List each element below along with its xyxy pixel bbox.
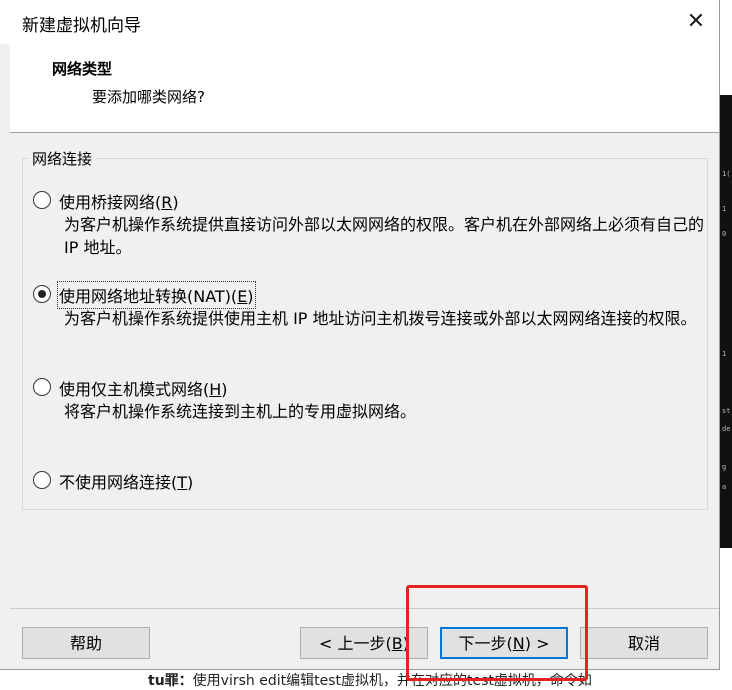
back-button[interactable]: < 上一步(B): [300, 627, 428, 659]
terminal-line: a: [722, 483, 727, 491]
terminal-line: st: [722, 407, 731, 415]
terminal-line: 0: [722, 230, 727, 238]
network-connection-group-label: 网络连接: [28, 148, 97, 169]
window-title: 新建虚拟机向导: [22, 16, 141, 36]
cancel-button[interactable]: 取消: [580, 627, 708, 659]
title-bar[interactable]: 新建虚拟机向导 ✕: [0, 0, 719, 44]
nat-description: 为客户机操作系统提供使用主机 IP 地址访问主机拨号连接或外部以太网网络连接的权…: [64, 309, 697, 328]
help-button[interactable]: 帮助: [22, 627, 150, 659]
next-button[interactable]: 下一步(N) >: [440, 627, 568, 659]
bridged-radio-label[interactable]: 使用桥接网络(R): [59, 189, 179, 213]
no-network-radio-label[interactable]: 不使用网络连接(T): [59, 469, 193, 493]
terminal-line: 1: [722, 350, 727, 358]
no-network-radio[interactable]: [33, 471, 51, 489]
terminal-line: 1: [722, 205, 727, 213]
terminal-line: g: [722, 463, 727, 471]
doc-text: 使用virsh edit编辑test虚拟机，并在对应的test虚拟机，命令如: [192, 673, 592, 689]
background-document-text: tu罪：使用virsh edit编辑test虚拟机，并在对应的test虚拟机，命…: [148, 670, 592, 690]
page-title: 网络类型: [52, 60, 113, 78]
host-only-radio-label[interactable]: 使用仅主机模式网络(H): [59, 376, 228, 400]
wizard-header: 网络类型 要添加哪类网络?: [10, 44, 719, 133]
page-subtitle: 要添加哪类网络?: [92, 88, 205, 106]
host-only-radio[interactable]: [33, 378, 51, 396]
footer-separator: [10, 608, 719, 609]
bridged-description: 为客户机操作系统提供直接访问外部以太网网络的权限。客户机在外部网络上必须有自己的…: [64, 215, 705, 257]
bridged-radio[interactable]: [33, 191, 51, 209]
terminal-line: 1(: [722, 170, 731, 178]
background-terminal: 1( 1 0 1 st de g a: [718, 95, 732, 548]
close-button[interactable]: ✕: [676, 4, 716, 40]
doc-bold-text: tu罪：: [148, 673, 193, 689]
new-vm-wizard-dialog: 新建虚拟机向导 ✕ 网络类型 要添加哪类网络? 网络连接 使用桥接网络(R) 为…: [0, 0, 720, 670]
close-icon: ✕: [686, 9, 706, 34]
nat-radio-label[interactable]: 使用网络地址转换(NAT)(E): [57, 281, 256, 309]
nat-radio[interactable]: [33, 285, 51, 303]
host-only-description: 将客户机操作系统连接到主机上的专用虚拟网络。: [64, 402, 417, 421]
terminal-line: de: [722, 425, 731, 433]
